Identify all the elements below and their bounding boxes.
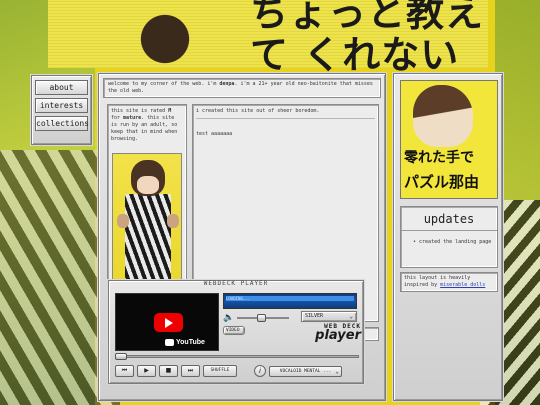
portrait-hand-left [117, 214, 129, 228]
credit-link[interactable]: miserable dolls [440, 282, 485, 288]
notes-line-1: i created this site out of sheer boredom… [196, 108, 375, 119]
right-column: 零れた手で パズル那由 updates • created the landin… [393, 73, 503, 401]
video-toggle-button[interactable]: VIDEO [223, 326, 245, 335]
display-text: LOADING... [226, 296, 354, 301]
rating-text: this site is rated M for mature. this si… [111, 108, 183, 143]
skin-select[interactable]: SILVER ⌄ [301, 311, 357, 322]
playlist-select[interactable]: VOCALOID MENTAL ... ⌄ [269, 365, 342, 377]
shuffle-button[interactable]: SHUFFLE [203, 365, 237, 377]
intro-box: welcome to my corner of the web. i'm den… [103, 78, 381, 98]
video-area[interactable]: YouTube [115, 293, 219, 351]
rating-text-pre: this site is rated [111, 108, 169, 114]
video-button-label: VIDEO [226, 328, 240, 333]
intro-text-pre: welcome to my corner of the web. i'm [108, 81, 220, 87]
next-button[interactable]: ⏭ [181, 365, 200, 377]
cover-character [413, 85, 473, 147]
stop-button[interactable]: ■ [159, 365, 178, 377]
player-brand: WEB DECK player [285, 323, 361, 342]
youtube-label: YouTube [176, 339, 205, 346]
portrait-hand-right [167, 214, 179, 228]
speaker-icon[interactable]: 🔈 [223, 313, 234, 323]
youtube-play-icon[interactable] [154, 313, 183, 332]
skin-select-label: SILVER [305, 313, 324, 319]
album-cover-art: 零れた手で パズル那由 [400, 80, 498, 199]
play-button[interactable]: ▶ [137, 365, 156, 377]
nav-interests-button[interactable]: interests [35, 98, 88, 113]
rating-text-mid: for [111, 115, 124, 121]
transport-controls: ⏮ ▶ ■ ⏭ SHUFFLE i VOCALOID MENTAL ... ⌄ [115, 364, 359, 378]
cover-text-2: パズル那由 [404, 173, 480, 191]
rating-mature: mature [123, 115, 142, 121]
player-display: LOADING... [223, 293, 357, 309]
chevron-down-icon: ⌄ [335, 367, 339, 375]
playlist-label: VOCALOID MENTAL ... [279, 368, 332, 374]
progress-bar[interactable] [115, 353, 359, 360]
brand-line-2: player [315, 328, 361, 343]
character-portrait [112, 153, 182, 299]
progress-thumb[interactable] [115, 353, 127, 360]
update-item-text: created the landing page [419, 239, 492, 245]
left-nav: about interests collections [31, 75, 92, 145]
intro-name: denpa [219, 81, 235, 87]
webdeck-player: WEBDECK PLAYER YouTube LOADING... 🔈 SILV… [108, 280, 364, 384]
player-title: WEBDECK PLAYER [203, 280, 269, 287]
nav-collections-button[interactable]: collections [35, 116, 89, 131]
volume-slider-knob[interactable] [257, 314, 266, 322]
credit-box: this layout is heavily inspired by miser… [400, 272, 498, 292]
nav-about-button[interactable]: about [35, 80, 88, 95]
chevron-down-icon: ⌄ [349, 313, 353, 320]
previous-button[interactable]: ⏮ [115, 365, 134, 377]
volume-control: 🔈 [223, 313, 293, 323]
portrait-face [137, 176, 159, 194]
youtube-logo-icon [165, 339, 174, 346]
update-item: • created the landing page [413, 239, 492, 245]
rating-letter: M [168, 108, 172, 114]
notes-line-2: test aaaaaaa [196, 131, 233, 137]
info-button[interactable]: i [254, 365, 266, 377]
cover-text-1: 零れた手で [404, 150, 474, 166]
updates-box: updates • created the landing page [400, 206, 498, 268]
updates-title: updates [401, 207, 497, 231]
background-character-hair [120, 0, 210, 65]
